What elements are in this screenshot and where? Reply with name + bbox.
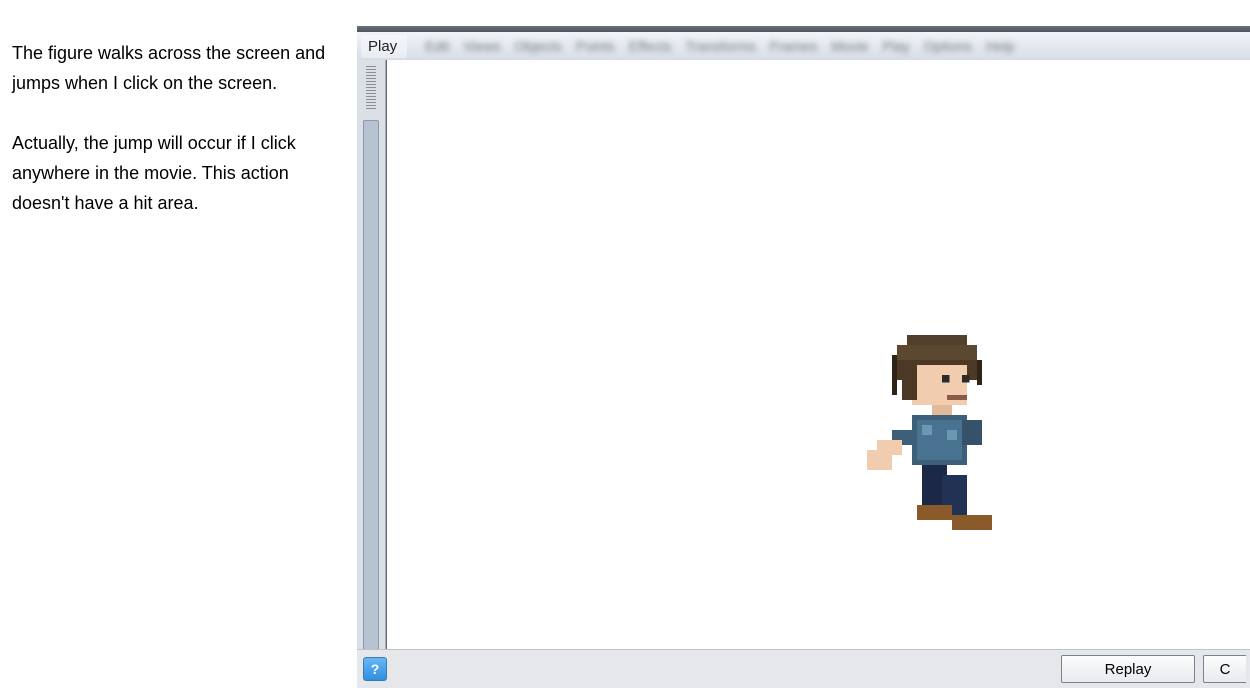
menu-bar: Play Edit Views Objects Points Effects T…: [357, 32, 1250, 61]
walking-character-sprite: [857, 330, 1007, 570]
help-button[interactable]: ?: [363, 657, 387, 681]
embedded-app-window: Play Edit Views Objects Points Effects T…: [357, 26, 1250, 688]
gutter-track[interactable]: [363, 120, 379, 650]
close-button[interactable]: C: [1203, 655, 1246, 683]
explainer-text: The figure walks across the screen and j…: [0, 0, 357, 688]
left-gutter: [357, 60, 386, 650]
menu-blurred-items: Edit Views Objects Points Effects Transf…: [407, 32, 1250, 60]
movie-canvas[interactable]: [386, 60, 1250, 650]
bottom-bar: ? Replay C: [357, 649, 1250, 688]
explainer-paragraph-2: Actually, the jump will occur if I click…: [12, 128, 347, 218]
explainer-paragraph-1: The figure walks across the screen and j…: [12, 38, 347, 98]
gutter-grip-icon: [366, 66, 376, 110]
replay-button[interactable]: Replay: [1061, 655, 1195, 683]
menu-play[interactable]: Play: [361, 35, 407, 58]
workspace: [357, 60, 1250, 650]
